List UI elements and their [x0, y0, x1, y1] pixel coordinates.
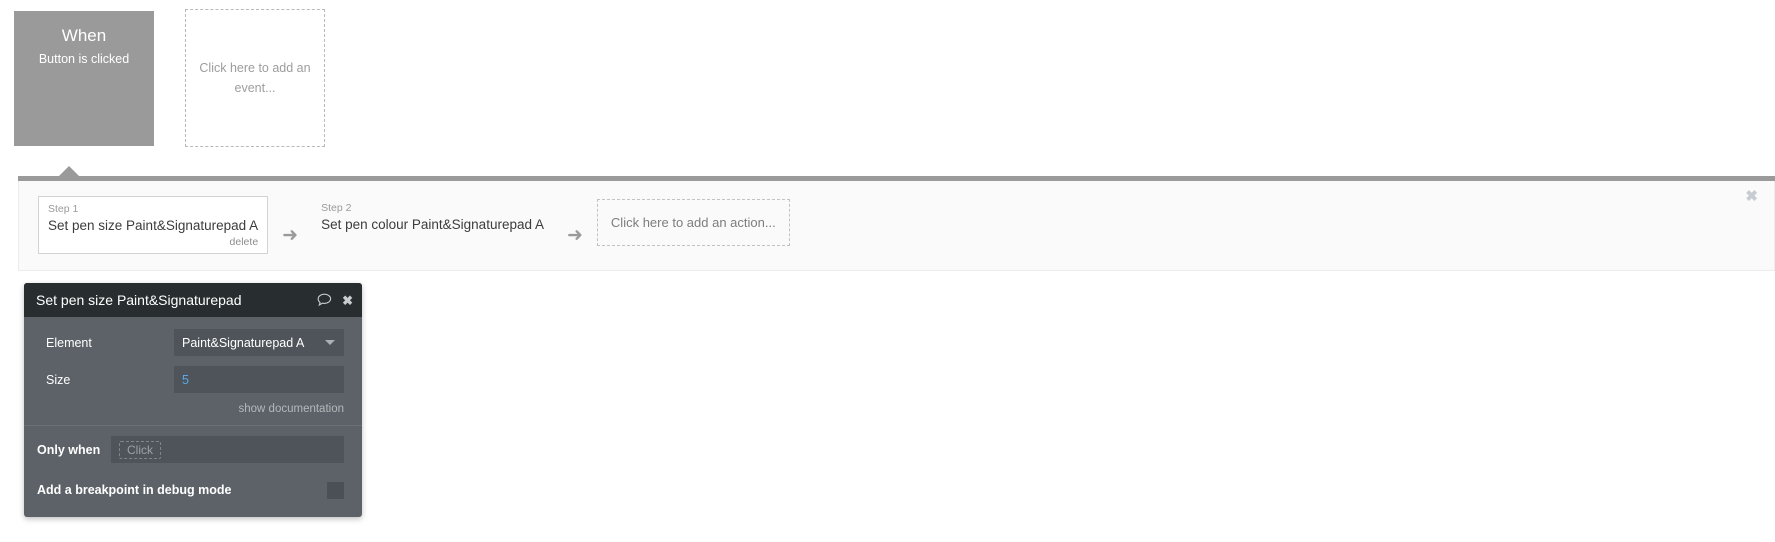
- events-strip: When Button is clicked Click here to add…: [0, 0, 1775, 168]
- step-title: Set pen size Paint&Signaturepad A: [48, 218, 259, 233]
- step-number: Step 1: [48, 203, 79, 215]
- add-event-box[interactable]: Click here to add an event...: [185, 9, 325, 147]
- element-field-row: Element Paint&Signaturepad A: [24, 329, 362, 356]
- size-field-row: Size 5: [24, 366, 362, 393]
- step-title: Set pen colour Paint&Signaturepad A: [321, 217, 544, 232]
- event-when-subtitle: Button is clicked: [38, 52, 130, 66]
- panel-title: Set pen size Paint&Signaturepad: [36, 292, 242, 308]
- chevron-down-icon: [325, 340, 335, 345]
- element-value: Paint&Signaturepad A: [182, 335, 305, 350]
- add-action-box[interactable]: Click here to add an action...: [596, 199, 790, 246]
- documentation-row: show documentation: [24, 399, 362, 417]
- element-dropdown[interactable]: Paint&Signaturepad A: [174, 329, 344, 356]
- breakpoint-checkbox[interactable]: [327, 481, 344, 499]
- workflow-step-1[interactable]: Step 1 Set pen size Paint&Signaturepad A…: [38, 196, 269, 254]
- add-event-label: Click here to add an event...: [199, 61, 311, 95]
- element-label: Element: [46, 335, 92, 350]
- only-when-label: Only when: [37, 442, 101, 457]
- action-properties-panel: Set pen size Paint&Signaturepad ✖ Elemen…: [24, 283, 362, 517]
- add-action-label: Click here to add an action...: [610, 215, 776, 230]
- panel-header-icons: ✖: [317, 283, 353, 317]
- show-documentation-link[interactable]: show documentation: [239, 403, 344, 415]
- only-when-placeholder: Click: [119, 440, 161, 459]
- workflow-steps: Step 1 Set pen size Paint&Signaturepad A…: [38, 196, 790, 254]
- close-icon[interactable]: ✖: [1745, 189, 1758, 204]
- panel-bottom-padding: [24, 507, 362, 517]
- workflow-action-row: ✖ Step 1 Set pen size Paint&Signaturepad…: [18, 181, 1775, 271]
- only-when-row: Only when Click: [24, 426, 362, 463]
- event-when-title: When: [61, 26, 107, 45]
- size-value: 5: [182, 372, 189, 387]
- arrow-right-icon: ➜: [567, 224, 583, 246]
- panel-body: Element Paint&Signaturepad A Size 5 show…: [24, 317, 362, 517]
- size-input[interactable]: 5: [174, 366, 344, 393]
- close-icon[interactable]: ✖: [342, 294, 353, 307]
- only-when-input[interactable]: Click: [111, 436, 344, 463]
- arrow-right-icon: ➜: [282, 224, 299, 246]
- event-block-when[interactable]: When Button is clicked: [14, 11, 154, 146]
- breakpoint-row: Add a breakpoint in debug mode: [24, 473, 362, 507]
- breakpoint-label: Add a breakpoint in debug mode: [37, 483, 232, 497]
- panel-header: Set pen size Paint&Signaturepad ✖: [24, 283, 362, 317]
- step-number: Step 2: [321, 202, 352, 214]
- speech-bubble-icon[interactable]: [317, 293, 332, 307]
- delete-step-link[interactable]: delete: [48, 236, 259, 249]
- size-label: Size: [46, 372, 71, 387]
- workflow-step-2[interactable]: Step 2 Set pen colour Paint&Signaturepad…: [312, 196, 553, 246]
